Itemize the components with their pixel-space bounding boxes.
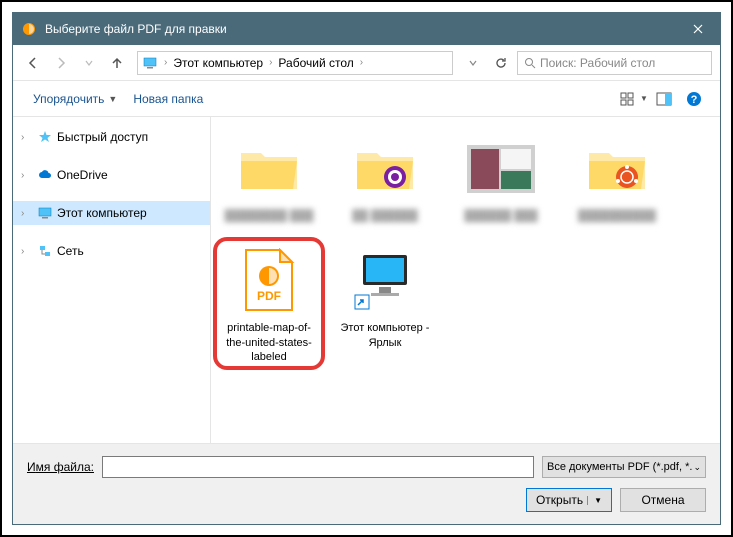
chevron-right-icon: › [21, 208, 33, 219]
chevron-down-icon [469, 59, 477, 67]
chevron-down-icon [85, 59, 93, 67]
cancel-button[interactable]: Отмена [620, 488, 706, 512]
svg-text:?: ? [691, 94, 698, 106]
breadcrumb[interactable]: › Этот компьютер › Рабочий стол › [137, 51, 453, 75]
new-folder-button[interactable]: Новая папка [125, 88, 211, 110]
nav-bar: › Этот компьютер › Рабочий стол › Поиск:… [13, 45, 720, 81]
folder-item[interactable]: ████████ ███ [219, 129, 319, 227]
star-icon [37, 129, 53, 145]
chevron-down-icon: ⌄ [693, 462, 701, 473]
pc-icon [142, 55, 158, 71]
file-label: ██ ██████ [352, 209, 417, 223]
file-label: ██████ ███ [464, 209, 537, 223]
arrow-left-icon [26, 56, 40, 70]
refresh-icon [494, 56, 508, 70]
file-open-dialog: Выберите файл PDF для правки › Этот комп… [12, 12, 721, 525]
file-label: printable-map-of-the-united-states-label… [223, 321, 315, 364]
network-icon [37, 243, 53, 259]
help-button[interactable]: ? [680, 87, 708, 111]
chevron-right-icon: › [360, 57, 363, 68]
folder-item[interactable]: ██████████ [567, 129, 667, 227]
tiles-icon [620, 92, 638, 106]
sidebar-item-label: Этот компьютер [57, 206, 147, 220]
up-button[interactable] [105, 51, 129, 75]
folder-icon [237, 143, 301, 195]
file-label: ██████████ [578, 209, 656, 223]
filename-input[interactable] [102, 456, 534, 478]
search-input[interactable]: Поиск: Рабочий стол [517, 51, 712, 75]
view-icons-button[interactable]: ▼ [620, 87, 648, 111]
sidebar-item-label: Быстрый доступ [57, 130, 148, 144]
sidebar-item-label: Сеть [57, 244, 84, 258]
arrow-up-icon [110, 56, 124, 70]
close-icon [693, 24, 703, 34]
filetype-dropdown[interactable]: Все документы PDF (*.pdf, *.pc ⌄ [542, 456, 706, 478]
help-icon: ? [686, 91, 702, 107]
refresh-button[interactable] [489, 51, 513, 75]
pdf-icon: PDF [242, 248, 296, 314]
image-icon [467, 145, 535, 193]
sidebar: › Быстрый доступ › OneDrive › Этот компь… [13, 117, 211, 443]
close-button[interactable] [675, 13, 720, 45]
recent-button[interactable] [77, 51, 101, 75]
chevron-down-icon: ▼ [108, 94, 117, 104]
split-chevron-icon: ▼ [587, 496, 602, 505]
file-list: ████████ ███ ██ ██████ ██████ ███ ██████… [211, 117, 720, 443]
arrow-right-icon [54, 56, 68, 70]
svg-text:PDF: PDF [257, 289, 281, 303]
organize-button[interactable]: Упорядочить ▼ [25, 88, 125, 110]
folder-icon [585, 143, 649, 195]
search-placeholder: Поиск: Рабочий стол [540, 56, 655, 70]
folder-item[interactable]: ██ ██████ [335, 129, 435, 227]
sidebar-item-quick-access[interactable]: › Быстрый доступ [13, 125, 210, 149]
chevron-right-icon: › [21, 132, 33, 143]
view-preview-button[interactable] [650, 87, 678, 111]
image-item[interactable]: ██████ ███ [451, 129, 551, 227]
titlebar: Выберите файл PDF для правки [13, 13, 720, 45]
app-icon [21, 21, 37, 37]
chevron-right-icon: › [21, 246, 33, 257]
filename-label: Имя файла: [27, 460, 94, 474]
cloud-icon [37, 167, 53, 183]
breadcrumb-dropdown[interactable] [461, 51, 485, 75]
preview-pane-icon [656, 92, 672, 106]
file-label: Этот компьютер - Ярлык [339, 321, 431, 350]
sidebar-item-network[interactable]: › Сеть [13, 239, 210, 263]
chevron-right-icon: › [21, 170, 33, 181]
breadcrumb-item[interactable]: Рабочий стол [274, 56, 357, 70]
sidebar-item-this-pc[interactable]: › Этот компьютер [13, 201, 210, 225]
toolbar: Упорядочить ▼ Новая папка ▼ ? [13, 81, 720, 117]
bottom-panel: Имя файла: Все документы PDF (*.pdf, *.p… [13, 443, 720, 524]
chevron-right-icon: › [164, 57, 167, 68]
search-icon [524, 57, 536, 69]
sidebar-item-label: OneDrive [57, 168, 108, 182]
breadcrumb-item[interactable]: Этот компьютер [169, 56, 267, 70]
back-button[interactable] [21, 51, 45, 75]
pc-icon [37, 205, 53, 221]
dialog-title: Выберите файл PDF для правки [45, 22, 675, 36]
file-label: ████████ ███ [225, 209, 314, 223]
folder-icon [353, 143, 417, 195]
filetype-label: Все документы PDF (*.pdf, *.pc [547, 461, 693, 473]
pc-shortcut-icon [353, 249, 417, 313]
forward-button[interactable] [49, 51, 73, 75]
chevron-right-icon: › [269, 57, 272, 68]
sidebar-item-onedrive[interactable]: › OneDrive [13, 163, 210, 187]
open-button[interactable]: Открыть ▼ [526, 488, 612, 512]
shortcut-item[interactable]: Этот компьютер - Ярлык [335, 241, 435, 368]
pdf-file-item[interactable]: PDF printable-map-of-the-united-states-l… [219, 241, 319, 368]
